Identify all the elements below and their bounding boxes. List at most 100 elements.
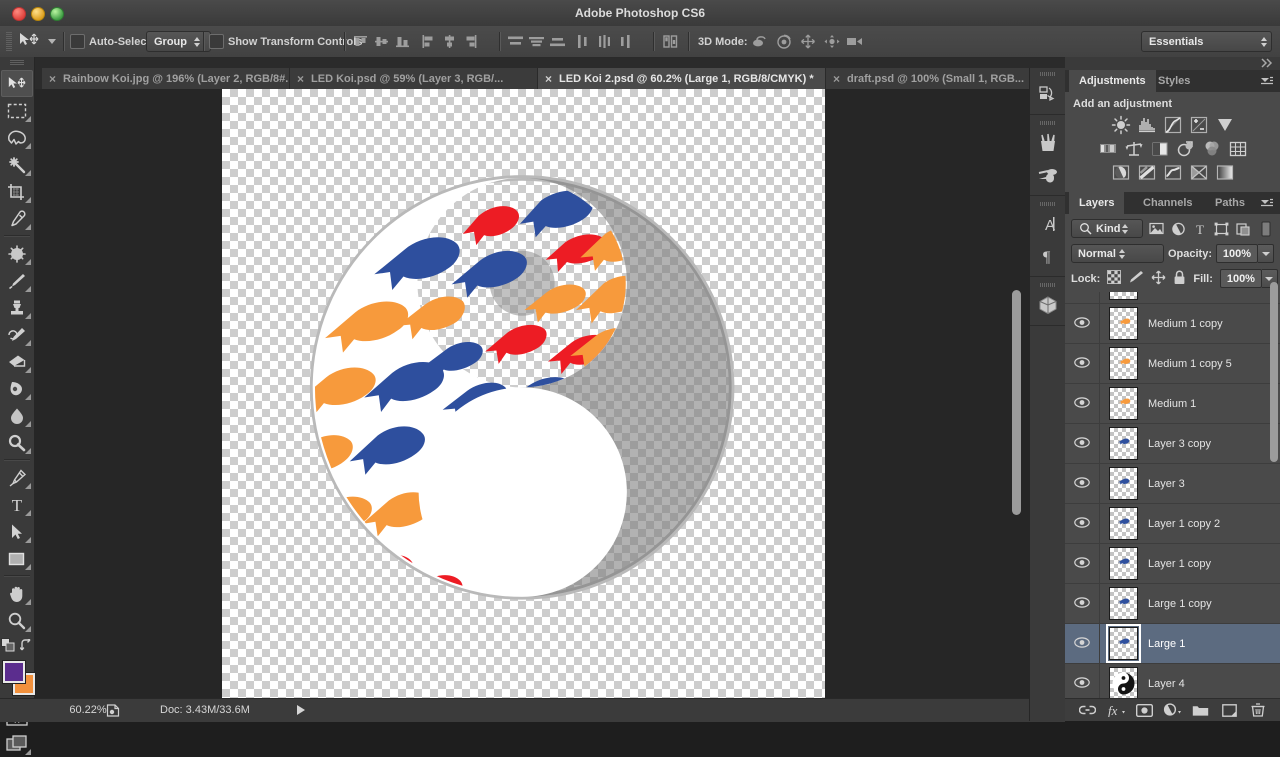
distribute-right-edges-icon[interactable] <box>615 31 636 53</box>
layer-name[interactable]: Medium 1 <box>1148 398 1196 410</box>
blend-mode-dropdown[interactable]: Normal <box>1071 244 1164 263</box>
move-tool[interactable] <box>1 70 33 97</box>
opacity-control[interactable]: 100% <box>1216 244 1274 263</box>
document-tab-led-koi-2[interactable]: × LED Koi 2.psd @ 60.2% (Large 1, RGB/8/… <box>538 68 826 89</box>
canvas-area[interactable] <box>35 89 1065 698</box>
artboard[interactable] <box>222 89 825 698</box>
rail-grip[interactable] <box>1030 117 1066 127</box>
levels-icon[interactable] <box>1136 114 1158 136</box>
close-icon[interactable]: × <box>49 73 56 85</box>
auto-select-scope-dropdown[interactable]: Group <box>146 26 211 57</box>
rail-grip[interactable] <box>1030 68 1066 78</box>
distribute-vertical-centers-icon[interactable] <box>526 31 547 53</box>
scale-3d-object-icon[interactable] <box>844 31 868 53</box>
layer-visibility-toggle[interactable] <box>1065 304 1100 343</box>
black-and-white-icon[interactable] <box>1149 138 1171 160</box>
layers-list-scrollbar[interactable] <box>1270 282 1278 462</box>
quick-selection-tool[interactable] <box>1 151 33 178</box>
rail-grip[interactable] <box>1030 198 1066 208</box>
align-left-edges-icon[interactable] <box>418 31 439 53</box>
distribute-horizontal-centers-icon[interactable] <box>594 31 615 53</box>
layer-visibility-toggle[interactable] <box>1065 344 1100 383</box>
layer-name[interactable]: Medium 1 copy <box>1148 318 1223 330</box>
hand-tool[interactable] <box>1 580 33 607</box>
fill-value[interactable]: 100% <box>1220 269 1262 288</box>
opacity-value[interactable]: 100% <box>1216 244 1258 263</box>
photo-filter-icon[interactable] <box>1175 138 1197 160</box>
hue-saturation-icon[interactable] <box>1097 138 1119 160</box>
layer-name[interactable]: Layer 3 copy <box>1148 438 1211 450</box>
layer-filter-kind-dropdown[interactable]: Kind <box>1071 219 1143 238</box>
layer-visibility-toggle[interactable] <box>1065 624 1100 663</box>
tab-adjustments[interactable]: Adjustments <box>1069 70 1156 92</box>
lasso-tool[interactable] <box>1 124 33 151</box>
layer-name[interactable]: Layer 1 copy 2 <box>1148 518 1220 530</box>
zoom-tool[interactable] <box>1 607 33 634</box>
document-tab-rainbow-koi[interactable]: × Rainbow Koi.jpg @ 196% (Layer 2, RGB/8… <box>42 68 290 89</box>
layers-list[interactable]: Medium 1 copy 2 Medium 1 copy Medium 1 cop… <box>1065 292 1280 703</box>
eraser-tool[interactable] <box>1 348 33 375</box>
posterize-icon[interactable] <box>1136 162 1158 184</box>
layer-thumbnail[interactable] <box>1109 507 1138 540</box>
tab-layers[interactable]: Layers <box>1069 192 1124 214</box>
tool-preset-picker[interactable] <box>48 26 56 57</box>
layer-visibility-toggle[interactable] <box>1065 424 1100 463</box>
align-bottom-edges-icon[interactable] <box>392 31 413 53</box>
spot-healing-brush-tool[interactable] <box>1 240 33 267</box>
add-layer-style-icon[interactable]: fx <box>1107 701 1125 719</box>
layer-visibility-toggle[interactable] <box>1065 384 1100 423</box>
layer-row[interactable]: Medium 1 copy 5 <box>1065 344 1280 384</box>
layer-visibility-toggle[interactable] <box>1065 504 1100 543</box>
tools-panel-grip[interactable] <box>0 57 34 70</box>
invert-icon[interactable] <box>1110 162 1132 184</box>
link-layers-icon[interactable] <box>1078 701 1096 719</box>
rectangular-marquee-tool[interactable] <box>1 97 33 124</box>
layer-row[interactable]: Layer 1 copy 2 <box>1065 504 1280 544</box>
panel-menu-icon[interactable] <box>1260 76 1274 89</box>
filter-pixel-layers-icon[interactable] <box>1148 219 1165 238</box>
show-transform-controls-checkbox[interactable] <box>209 26 224 57</box>
character-panel-icon[interactable]: A <box>1030 208 1066 240</box>
current-tool-button[interactable] <box>18 26 40 57</box>
layer-name[interactable]: Layer 4 <box>1148 678 1185 690</box>
distribute-left-edges-icon[interactable] <box>573 31 594 53</box>
distribute-bottom-edges-icon[interactable] <box>547 31 568 53</box>
layer-name[interactable]: Large 1 <box>1148 638 1185 650</box>
threshold-icon[interactable] <box>1162 162 1184 184</box>
layer-row[interactable]: Medium 1 copy 2 <box>1065 292 1280 304</box>
selective-color-icon[interactable] <box>1188 162 1210 184</box>
auto-select-checkbox[interactable] <box>70 26 85 57</box>
layer-row[interactable]: Layer 3 copy <box>1065 424 1280 464</box>
brush-panel-icon[interactable] <box>1030 127 1066 159</box>
brightness-contrast-icon[interactable] <box>1110 114 1132 136</box>
panel-menu-icon[interactable] <box>1260 198 1274 211</box>
layer-name[interactable]: Layer 3 <box>1148 478 1185 490</box>
brush-presets-panel-icon[interactable] <box>1030 159 1066 191</box>
rail-grip[interactable] <box>1030 279 1066 289</box>
workspace-switcher[interactable]: Essentials <box>1141 26 1272 57</box>
close-icon[interactable]: × <box>833 73 840 85</box>
auto-align-layers-button[interactable] <box>660 26 681 57</box>
vibrance-icon[interactable] <box>1214 114 1236 136</box>
path-selection-tool[interactable] <box>1 518 33 545</box>
layer-name[interactable]: Layer 1 copy <box>1148 558 1211 570</box>
canvas-vertical-scrollbar[interactable] <box>1012 290 1021 515</box>
filter-toggle-switch-icon[interactable] <box>1257 219 1274 238</box>
pen-tool[interactable] <box>1 464 33 491</box>
new-layer-icon[interactable] <box>1220 701 1238 719</box>
layer-thumbnail[interactable] <box>1109 467 1138 500</box>
layer-visibility-toggle[interactable] <box>1065 464 1100 503</box>
rotate-3d-object-icon[interactable] <box>748 31 772 53</box>
swap-colors-icon[interactable] <box>20 639 33 655</box>
new-group-icon[interactable] <box>1192 701 1210 719</box>
layer-row[interactable]: Large 1 <box>1065 624 1280 664</box>
filter-type-layers-icon[interactable]: T <box>1192 219 1209 238</box>
layer-name[interactable]: Large 1 copy <box>1148 598 1212 610</box>
drag-3d-object-icon[interactable] <box>796 31 820 53</box>
3d-panel-icon[interactable] <box>1030 289 1066 321</box>
layer-thumbnail[interactable] <box>1109 627 1138 660</box>
curves-icon[interactable] <box>1162 114 1184 136</box>
tab-styles[interactable]: Styles <box>1148 70 1200 92</box>
roll-3d-object-icon[interactable] <box>772 31 796 53</box>
lock-image-pixels-icon[interactable] <box>1128 270 1144 287</box>
